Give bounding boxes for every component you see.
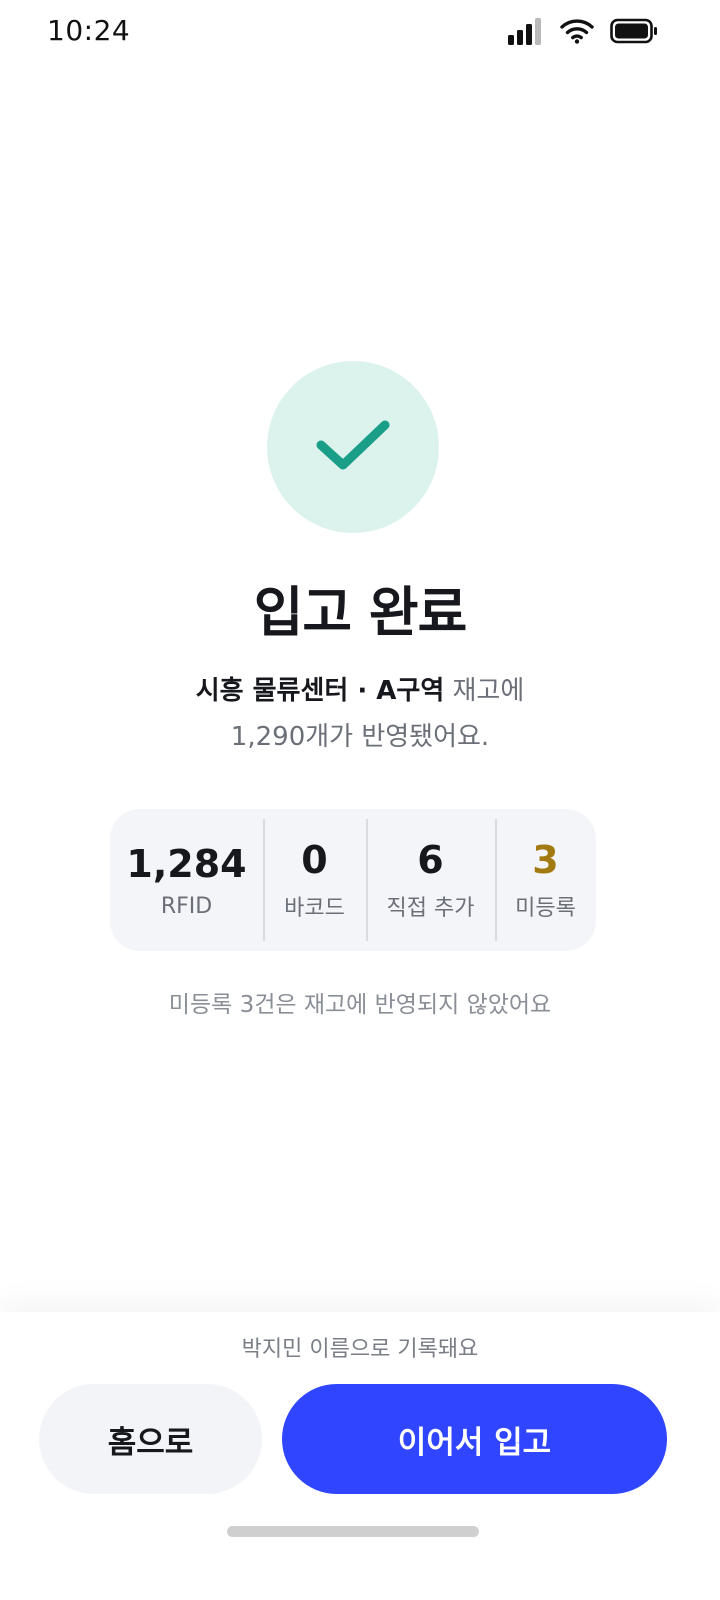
status-bar: 10:24 xyxy=(0,0,720,70)
stat-manual-add: 6 직접 추가 xyxy=(366,809,495,951)
stat-label: RFID xyxy=(160,893,213,919)
stat-rfid: 1,284 RFID xyxy=(110,809,263,951)
stats-card: 1,284 RFID 0 바코드 6 직접 추가 3 미등록 xyxy=(110,809,596,951)
success-badge xyxy=(267,361,439,533)
stat-label: 미등록 xyxy=(515,896,576,921)
description-line-1: 시흥 물류센터 · A구역 재고에 xyxy=(0,668,720,714)
stat-value: 3 xyxy=(532,838,559,882)
record-note: 박지민 이름으로 기록돼요 xyxy=(241,1337,479,1362)
unregistered-note: 미등록 3건은 재고에 반영되지 않았어요 xyxy=(168,992,552,1018)
status-time: 10:24 xyxy=(47,14,131,47)
stat-unregistered: 3 미등록 xyxy=(495,809,596,951)
wifi-icon xyxy=(560,18,594,48)
completion-description: 시흥 물류센터 · A구역 재고에 1,290개가 반영됐어요. xyxy=(0,668,720,760)
stat-value: 1,284 xyxy=(126,841,247,886)
continue-receiving-button[interactable]: 이어서 입고 xyxy=(282,1384,667,1494)
description-suffix: 재고에 xyxy=(444,676,525,706)
home-button[interactable]: 홈으로 xyxy=(39,1384,262,1494)
stat-label: 바코드 xyxy=(284,896,345,921)
stat-barcode: 0 바코드 xyxy=(263,809,366,951)
stat-value: 6 xyxy=(417,838,444,882)
status-icons xyxy=(508,18,658,48)
stat-label: 직접 추가 xyxy=(386,896,475,921)
battery-icon xyxy=(610,18,658,48)
cellular-signal-icon xyxy=(508,17,544,49)
home-indicator[interactable] xyxy=(227,1526,479,1537)
page-title: 입고 완료 xyxy=(253,581,468,644)
checkmark-icon xyxy=(313,415,393,479)
description-line-2: 1,290개가 반영됐어요. xyxy=(230,722,490,752)
location-name: 시흥 물류센터 · A구역 xyxy=(195,676,445,706)
stat-value: 0 xyxy=(301,838,328,882)
